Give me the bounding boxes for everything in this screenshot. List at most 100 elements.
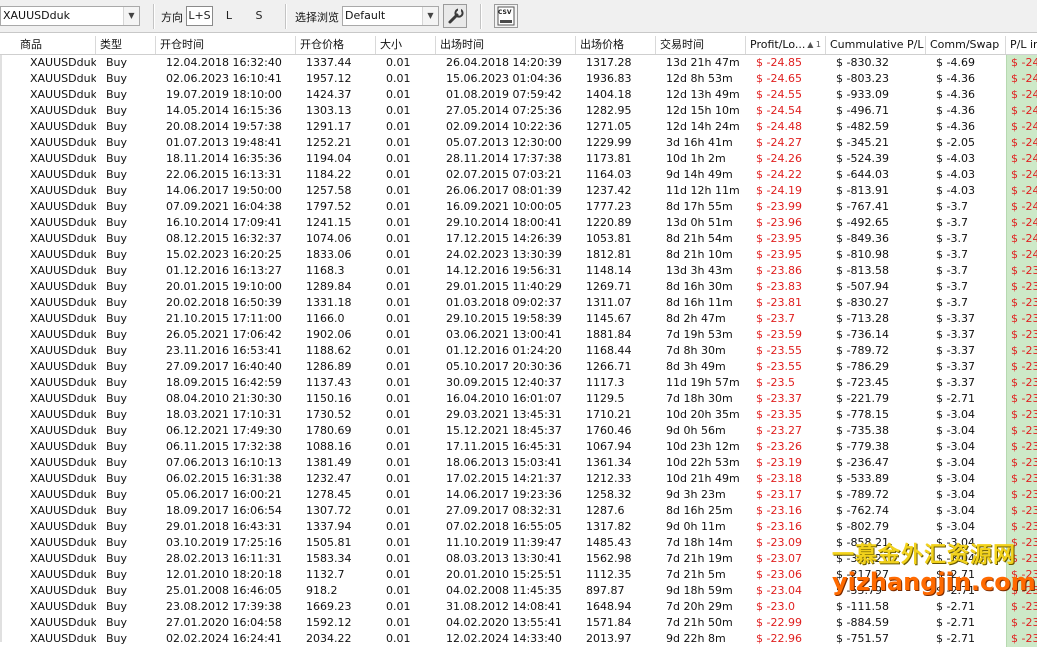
symbol-select[interactable]: XAUUSDduk ▼ — [0, 6, 140, 26]
table-header: 商品 类型 开仓时间 开仓价格 大小 出场时间 出场价格 交易时间 Profit… — [0, 36, 1037, 55]
col-header-close-price[interactable]: 出场价格 — [576, 36, 656, 54]
cell-comm-swap: $ -3.7 — [936, 264, 968, 277]
table-row[interactable]: XAUUSDduk Buy 22.06.2015 16:13:31 1184.22 0.… — [0, 167, 1037, 183]
table-row[interactable]: XAUUSDduk Buy 23.08.2012 17:39:38 1669.23 0.… — [0, 599, 1037, 615]
cell-size: 0.01 — [386, 472, 411, 485]
table-row[interactable]: XAUUSDduk Buy 18.11.2014 16:35:36 1194.04 0.… — [0, 151, 1037, 167]
cell-cumulative-pl: $ -884.59 — [836, 616, 889, 629]
chevron-down-icon: ▼ — [422, 7, 438, 25]
cell-profit-loss: $ -23.06 — [756, 568, 802, 581]
table-row[interactable]: XAUUSDduk Buy 15.02.2023 16:20:25 1833.06 0.… — [0, 247, 1037, 263]
cell-type: Buy — [106, 424, 128, 437]
table-row[interactable]: XAUUSDduk Buy 01.07.2013 19:48:41 1252.21 0.… — [0, 135, 1037, 151]
col-header-profit-loss[interactable]: Profit/Lo... ▲ 1 — [746, 36, 826, 54]
table-row[interactable]: XAUUSDduk Buy 05.06.2017 16:00:21 1278.45 0.… — [0, 487, 1037, 503]
table-row[interactable]: XAUUSDduk Buy 06.12.2021 17:49:30 1780.69 0.… — [0, 423, 1037, 439]
table-row[interactable]: XAUUSDduk Buy 29.01.2018 16:43:31 1337.94 0.… — [0, 519, 1037, 535]
cell-cumulative-pl: $ -524.39 — [836, 152, 889, 165]
cell-open-price: 1505.81 — [306, 536, 352, 549]
table-row[interactable]: XAUUSDduk Buy 14.06.2017 19:50:00 1257.58 0.… — [0, 183, 1037, 199]
cell-open-time: 20.08.2014 19:57:38 — [166, 120, 282, 133]
cell-open-price: 1957.12 — [306, 72, 352, 85]
cell-close-price: 1129.5 — [586, 392, 625, 405]
cell-pl-in: $ -24 — [1006, 71, 1037, 87]
table-row[interactable]: XAUUSDduk Buy 27.09.2017 16:40:40 1286.89 0.… — [0, 359, 1037, 375]
table-row[interactable]: XAUUSDduk Buy 18.09.2015 16:42:59 1137.43 0.… — [0, 375, 1037, 391]
cell-size: 0.01 — [386, 536, 411, 549]
cell-open-price: 918.2 — [306, 584, 338, 597]
table-row[interactable]: XAUUSDduk Buy 18.09.2017 16:06:54 1307.72 0.… — [0, 503, 1037, 519]
cell-open-price: 1232.47 — [306, 472, 352, 485]
cell-close-time: 14.12.2016 19:56:31 — [446, 264, 562, 277]
settings-wrench-button[interactable] — [443, 4, 467, 28]
export-csv-button[interactable]: CSV — [494, 4, 518, 28]
cell-size: 0.01 — [386, 280, 411, 293]
cell-comm-swap: $ -3.7 — [936, 248, 968, 261]
col-header-size[interactable]: 大小 — [376, 36, 436, 54]
table-row[interactable]: XAUUSDduk Buy 12.04.2018 16:32:40 1337.44 0.… — [0, 55, 1037, 71]
cell-close-time: 14.06.2017 19:23:36 — [446, 488, 562, 501]
cell-trade-time: 8d 21h 10m — [666, 248, 733, 261]
col-header-trade-time[interactable]: 交易时间 — [656, 36, 746, 54]
table-row[interactable]: XAUUSDduk Buy 20.08.2014 19:57:38 1291.17 0.… — [0, 119, 1037, 135]
table-row[interactable]: XAUUSDduk Buy 02.06.2023 16:10:41 1957.12 0.… — [0, 71, 1037, 87]
watermark-url: yizhangjin.com — [832, 568, 1036, 596]
table-row[interactable]: XAUUSDduk Buy 18.03.2021 17:10:31 1730.52 0.… — [0, 407, 1037, 423]
cell-open-price: 1088.16 — [306, 440, 352, 453]
cell-open-time: 14.06.2017 19:50:00 — [166, 184, 282, 197]
table-row[interactable]: XAUUSDduk Buy 08.04.2010 21:30:30 1150.16 0.… — [0, 391, 1037, 407]
cell-symbol: XAUUSDduk — [30, 488, 96, 501]
direction-s-button[interactable]: S — [247, 6, 271, 26]
direction-l-button[interactable]: L — [217, 6, 241, 26]
col-header-comm-swap[interactable]: Comm/Swap — [926, 36, 1006, 54]
cell-type: Buy — [106, 88, 128, 101]
table-row[interactable]: XAUUSDduk Buy 06.02.2015 16:31:38 1232.47 0.… — [0, 471, 1037, 487]
cell-trade-time: 10d 21h 49m — [666, 472, 740, 485]
col-header-symbol[interactable]: 商品 — [16, 36, 96, 54]
cell-close-price: 1562.98 — [586, 552, 632, 565]
table-row[interactable]: XAUUSDduk Buy 02.02.2024 16:24:41 2034.22 0.… — [0, 631, 1037, 647]
cell-size: 0.01 — [386, 184, 411, 197]
col-header-open-price[interactable]: 开仓价格 — [296, 36, 376, 54]
cell-close-time: 07.02.2018 16:55:05 — [446, 520, 562, 533]
table-row[interactable]: XAUUSDduk Buy 07.06.2013 16:10:13 1381.49 0.… — [0, 455, 1037, 471]
cell-close-price: 1258.32 — [586, 488, 632, 501]
cell-comm-swap: $ -3.04 — [936, 504, 975, 517]
cell-trade-time: 11d 12h 11m — [666, 184, 740, 197]
table-row[interactable]: XAUUSDduk Buy 08.12.2015 16:32:37 1074.06 0.… — [0, 231, 1037, 247]
col-header-type[interactable]: 类型 — [96, 36, 156, 54]
table-row[interactable]: XAUUSDduk Buy 16.10.2014 17:09:41 1241.15 0.… — [0, 215, 1037, 231]
cell-open-time: 07.09.2021 16:04:38 — [166, 200, 282, 213]
col-header-pl-in[interactable]: P/L in — [1006, 36, 1037, 54]
browse-select[interactable]: Default ▼ — [342, 6, 439, 26]
cell-comm-swap: $ -2.71 — [936, 616, 975, 629]
cell-close-time: 28.11.2014 17:37:38 — [446, 152, 562, 165]
table-row[interactable]: XAUUSDduk Buy 01.12.2016 16:13:27 1168.3 0.0… — [0, 263, 1037, 279]
cell-pl-in: $ -24 — [1006, 183, 1037, 199]
cell-trade-time: 10d 22h 53m — [666, 456, 740, 469]
table-row[interactable]: XAUUSDduk Buy 20.01.2015 19:10:00 1289.84 0.… — [0, 279, 1037, 295]
cell-comm-swap: $ -4.03 — [936, 168, 975, 181]
table-row[interactable]: XAUUSDduk Buy 27.01.2020 16:04:58 1592.12 0.… — [0, 615, 1037, 631]
table-row[interactable]: XAUUSDduk Buy 19.07.2019 18:10:00 1424.37 0.… — [0, 87, 1037, 103]
table-row[interactable]: XAUUSDduk Buy 26.05.2021 17:06:42 1902.06 0.… — [0, 327, 1037, 343]
cell-trade-time: 9d 3h 23m — [666, 488, 726, 501]
table-row[interactable]: XAUUSDduk Buy 21.10.2015 17:11:00 1166.0 0.0… — [0, 311, 1037, 327]
cell-trade-time: 8d 21h 54m — [666, 232, 733, 245]
cell-close-price: 1812.81 — [586, 248, 632, 261]
direction-ls-button[interactable]: L+S — [186, 6, 213, 26]
col-header-close-time[interactable]: 出场时间 — [436, 36, 576, 54]
cell-symbol: XAUUSDduk — [30, 104, 96, 117]
cell-type: Buy — [106, 568, 128, 581]
cell-pl-in: $ -24 — [1006, 199, 1037, 215]
table-row[interactable]: XAUUSDduk Buy 20.02.2018 16:50:39 1331.18 0.… — [0, 295, 1037, 311]
table-row[interactable]: XAUUSDduk Buy 07.09.2021 16:04:38 1797.52 0.… — [0, 199, 1037, 215]
col-header-cumulative-pl[interactable]: Cummulative P/L — [826, 36, 926, 54]
table-row[interactable]: XAUUSDduk Buy 14.05.2014 16:15:36 1303.13 0.… — [0, 103, 1037, 119]
table-row[interactable]: XAUUSDduk Buy 06.11.2015 17:32:38 1088.16 0.… — [0, 439, 1037, 455]
col-header-open-time[interactable]: 开仓时间 — [156, 36, 296, 54]
cell-close-time: 17.02.2015 14:21:37 — [446, 472, 562, 485]
cell-close-time: 12.02.2024 14:33:40 — [446, 632, 562, 645]
table-row[interactable]: XAUUSDduk Buy 23.11.2016 16:53:41 1188.62 0.… — [0, 343, 1037, 359]
cell-type: Buy — [106, 280, 128, 293]
